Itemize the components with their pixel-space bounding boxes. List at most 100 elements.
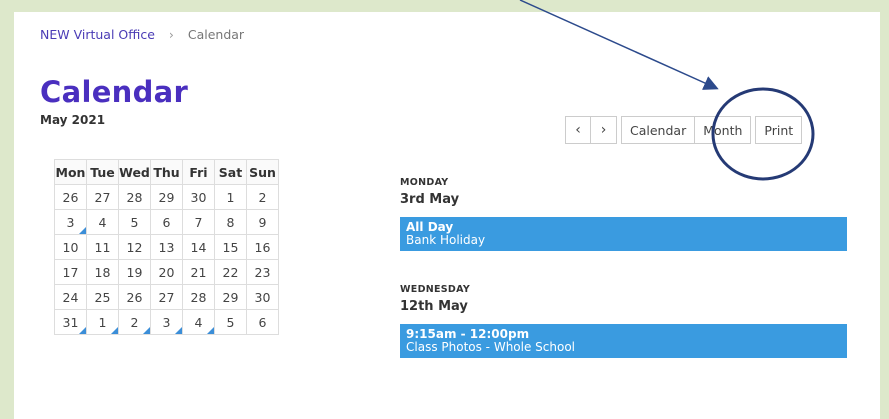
day-number: 22 (222, 264, 239, 280)
day-number: 12 (126, 239, 143, 255)
agenda-event[interactable]: 9:15am - 12:00pm Class Photos - Whole Sc… (400, 324, 847, 358)
calendar-day[interactable]: 26 (118, 284, 151, 310)
calendar-day[interactable]: 14 (182, 234, 215, 260)
day-number: 26 (62, 189, 79, 205)
day-number: 23 (254, 264, 271, 280)
calendar-day[interactable]: 28 (182, 284, 215, 310)
weekday-header: Thu (150, 159, 183, 185)
calendar-day[interactable]: 27 (150, 284, 183, 310)
calendar-week-row: 31 1 2 3 4 5 6 (54, 309, 279, 335)
calendar-day[interactable]: 6 (150, 209, 183, 235)
calendar-day[interactable]: 4 (182, 309, 215, 335)
agenda-day-group: WEDNESDAY 12th May 9:15am - 12:00pm Clas… (400, 284, 847, 358)
event-marker (175, 327, 182, 334)
next-button[interactable]: › (591, 116, 617, 144)
agenda-event[interactable]: All Day Bank Holiday (400, 217, 847, 251)
day-number: 4 (98, 214, 107, 230)
calendar-day[interactable]: 6 (246, 309, 279, 335)
weekday-header-row: Mon Tue Wed Thu Fri Sat Sun (54, 159, 279, 185)
calendar-toolbar: ‹ › Calendar Month Print (565, 116, 803, 144)
calendar-day[interactable]: 16 (246, 234, 279, 260)
prev-button[interactable]: ‹ (565, 116, 591, 144)
calendar-day[interactable]: 10 (54, 234, 87, 260)
day-number: 27 (158, 289, 175, 305)
breadcrumb-current: Calendar (187, 27, 245, 42)
breadcrumb: NEW Virtual Office › Calendar (40, 27, 244, 42)
nav-group: ‹ › (565, 116, 617, 144)
calendar-day[interactable]: 31 (54, 309, 87, 335)
event-marker (207, 327, 214, 334)
day-number: 2 (258, 189, 267, 205)
calendar-day[interactable]: 28 (118, 184, 151, 210)
calendar-day[interactable]: 12 (118, 234, 151, 260)
calendar-day[interactable]: 30 (182, 184, 215, 210)
calendar-day[interactable]: 29 (150, 184, 183, 210)
calendar-day[interactable]: 9 (246, 209, 279, 235)
day-number: 4 (194, 314, 203, 330)
day-number: 10 (62, 239, 79, 255)
calendar-day[interactable]: 20 (150, 259, 183, 285)
day-number: 21 (190, 264, 207, 280)
calendar-day[interactable]: 1 (214, 184, 247, 210)
calendar-day[interactable]: 24 (54, 284, 87, 310)
calendar-day[interactable]: 3 (54, 209, 87, 235)
day-number: 14 (190, 239, 207, 255)
agenda-day-date: 12th May (400, 299, 468, 314)
weekday-header: Wed (118, 159, 151, 185)
calendar-day[interactable]: 11 (86, 234, 119, 260)
calendar-day[interactable]: 8 (214, 209, 247, 235)
calendar-day[interactable]: 2 (118, 309, 151, 335)
day-number: 7 (194, 214, 203, 230)
day-number: 18 (94, 264, 111, 280)
month-view-button[interactable]: Month (695, 116, 752, 144)
calendar-view-button[interactable]: Calendar (621, 116, 696, 144)
event-marker (143, 327, 150, 334)
chevron-left-icon: ‹ (575, 122, 581, 138)
day-number: 11 (94, 239, 111, 255)
calendar-day[interactable]: 27 (86, 184, 119, 210)
day-number: 6 (162, 214, 171, 230)
day-number: 27 (94, 189, 111, 205)
calendar-day[interactable]: 5 (214, 309, 247, 335)
calendar-day[interactable]: 23 (246, 259, 279, 285)
calendar-day[interactable]: 2 (246, 184, 279, 210)
calendar-day[interactable]: 7 (182, 209, 215, 235)
agenda-day-date: 3rd May (400, 192, 460, 207)
calendar-day[interactable]: 4 (86, 209, 119, 235)
day-number: 30 (254, 289, 271, 305)
calendar-week-row: 10 11 12 13 14 15 16 (54, 234, 279, 260)
calendar-day[interactable]: 21 (182, 259, 215, 285)
calendar-day[interactable]: 5 (118, 209, 151, 235)
calendar-day[interactable]: 3 (150, 309, 183, 335)
print-button[interactable]: Print (755, 116, 803, 144)
calendar-day[interactable]: 25 (86, 284, 119, 310)
day-number: 19 (126, 264, 143, 280)
day-number: 5 (130, 214, 139, 230)
agenda-day-name: MONDAY (400, 177, 449, 188)
calendar-day[interactable]: 30 (246, 284, 279, 310)
calendar-day[interactable]: 17 (54, 259, 87, 285)
page: NEW Virtual Office › Calendar Calendar M… (14, 12, 880, 419)
calendar-week-row: 3 4 5 6 7 8 9 (54, 209, 279, 235)
day-number: 2 (130, 314, 139, 330)
calendar-day[interactable]: 13 (150, 234, 183, 260)
calendar-day[interactable]: 22 (214, 259, 247, 285)
day-number: 28 (126, 189, 143, 205)
calendar-day[interactable]: 1 (86, 309, 119, 335)
calendar-week-row: 24 25 26 27 28 29 30 (54, 284, 279, 310)
day-number: 24 (62, 289, 79, 305)
calendar-day[interactable]: 15 (214, 234, 247, 260)
agenda-day-group: MONDAY 3rd May All Day Bank Holiday (400, 177, 847, 251)
day-number: 3 (162, 314, 171, 330)
breadcrumb-separator: › (168, 27, 174, 42)
day-number: 5 (226, 314, 235, 330)
page-subtitle: May 2021 (40, 113, 106, 127)
event-marker (79, 227, 86, 234)
calendar-day[interactable]: 26 (54, 184, 87, 210)
day-number: 29 (222, 289, 239, 305)
day-number: 3 (66, 214, 75, 230)
calendar-day[interactable]: 19 (118, 259, 151, 285)
breadcrumb-link-virtual-office[interactable]: NEW Virtual Office (40, 27, 155, 42)
calendar-day[interactable]: 18 (86, 259, 119, 285)
calendar-day[interactable]: 29 (214, 284, 247, 310)
